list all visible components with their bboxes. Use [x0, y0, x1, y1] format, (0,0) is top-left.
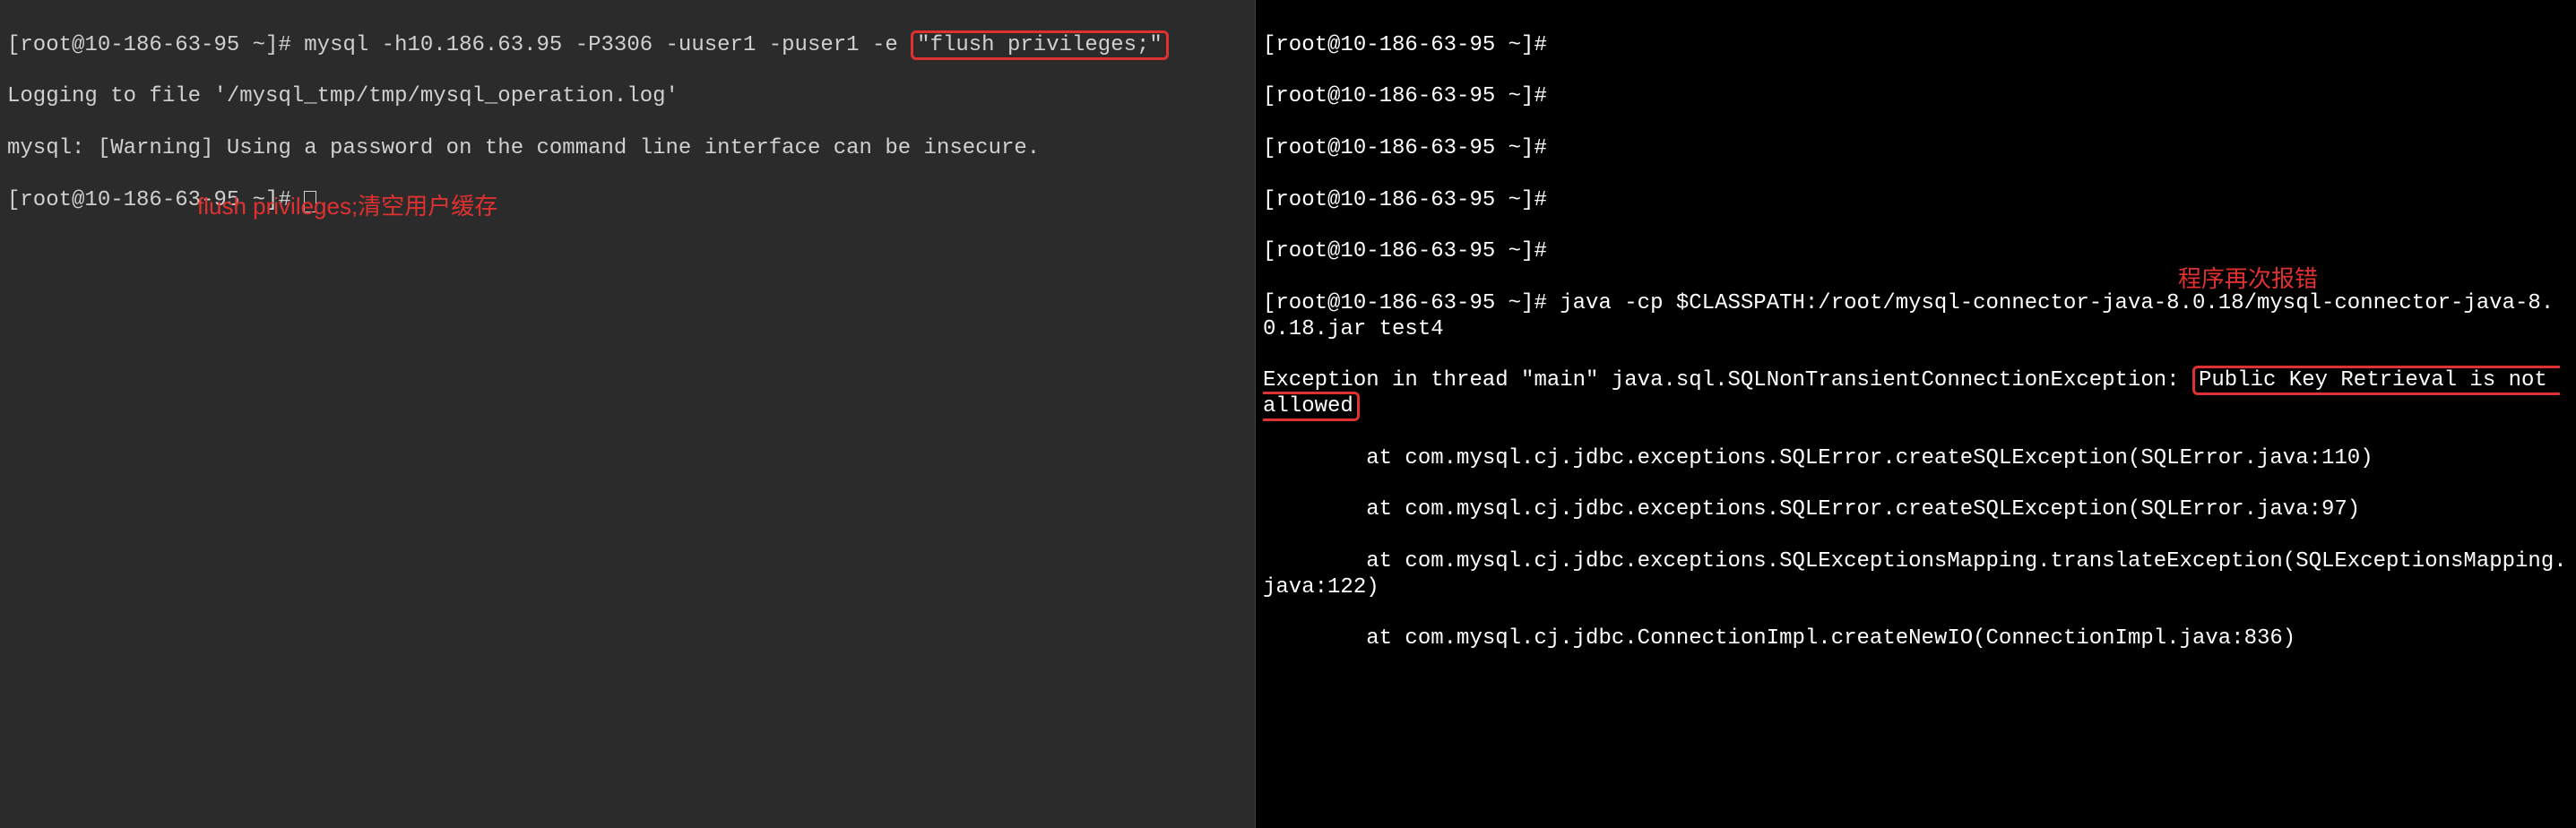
terminal-left[interactable]: [root@10-186-63-95 ~]# mysql -h10.186.63… — [0, 0, 1255, 828]
shell-prompt: [root@10-186-63-95 ~]# — [1263, 136, 2569, 162]
stack-trace-line: at com.mysql.cj.jdbc.ConnectionImpl.crea… — [1263, 626, 2569, 652]
log-output: Logging to file '/mysql_tmp/tmp/mysql_op… — [7, 84, 1248, 110]
annotation-flush-cache: flush privileges;清空用户缓存 — [197, 193, 497, 220]
shell-prompt: [root@10-186-63-95 ~]# — [7, 33, 291, 57]
shell-prompt: [root@10-186-63-95 ~]# — [1263, 84, 2569, 110]
shell-prompt: [root@10-186-63-95 ~]# — [1263, 188, 2569, 214]
stack-trace-line: at com.mysql.cj.jdbc.exceptions.SQLError… — [1263, 446, 2569, 472]
exception-text: Exception in thread "main" java.sql.SQLN… — [1263, 368, 2192, 392]
stack-trace-line: at com.mysql.cj.jdbc.exceptions.SQLError… — [1263, 497, 2569, 523]
shell-prompt: [root@10-186-63-95 ~]# — [1263, 33, 2569, 59]
shell-prompt: [root@10-186-63-95 ~]# — [1263, 239, 2569, 265]
highlight-flush-privileges: "flush privileges;" — [911, 30, 1169, 60]
mysql-command-text: mysql -h10.186.63.95 -P3306 -uuser1 -pus… — [291, 33, 911, 57]
terminal-right[interactable]: [root@10-186-63-95 ~]# [root@10-186-63-9… — [1255, 0, 2576, 828]
annotation-error-again: 程序再次报错 — [2178, 265, 2318, 293]
stack-trace-line: at com.mysql.cj.jdbc.exceptions.SQLExcep… — [1263, 549, 2569, 601]
java-command: [root@10-186-63-95 ~]# java -cp $CLASSPA… — [1263, 291, 2569, 343]
mysql-warning: mysql: [Warning] Using a password on the… — [7, 136, 1248, 162]
